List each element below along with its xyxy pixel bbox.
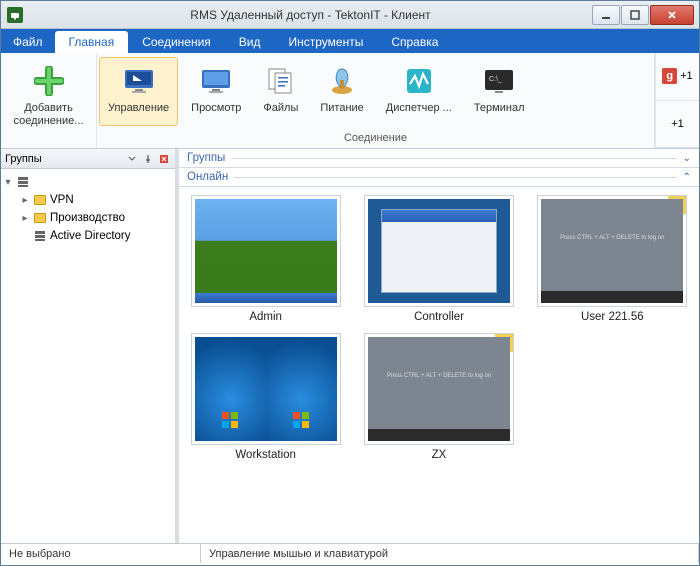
thumbnail-label: ZX	[432, 449, 447, 461]
gplus-icon: g	[662, 68, 677, 84]
minimize-button[interactable]	[592, 5, 620, 25]
tree-item[interactable]: ▸ VPN	[3, 191, 173, 209]
add-connection-button[interactable]: Добавить соединение...	[3, 57, 94, 144]
maximize-button[interactable]	[621, 5, 649, 25]
ribbon-group-label: Соединение	[97, 130, 654, 148]
tree-label: VPN	[50, 194, 74, 206]
ribbon-terminal-button[interactable]: C:\_ Терминал	[465, 57, 534, 126]
connection-admin[interactable]: Admin	[185, 195, 346, 323]
tree-label: Active Directory	[50, 230, 131, 242]
tree-item[interactable]: Active Directory	[3, 227, 173, 245]
ribbon-view-button[interactable]: Просмотр	[182, 57, 250, 126]
section-online[interactable]: Онлайн⌃	[179, 168, 699, 187]
sidebar-title: Группы	[5, 153, 42, 165]
status-selection: Не выбрано	[1, 544, 201, 563]
ribbon-manage-button[interactable]: Управление	[99, 57, 178, 126]
tree-item[interactable]: ▸ Производство	[3, 209, 173, 227]
chevron-up-icon: ⌃	[683, 172, 691, 183]
titlebar: RMS Удаленный доступ - TektonIT - Клиент	[1, 1, 699, 29]
tree-label: Производство	[50, 212, 125, 224]
window-title: RMS Удаленный доступ - TektonIT - Клиент	[29, 8, 592, 22]
view-icon	[199, 64, 233, 98]
tab-главная[interactable]: Главная	[55, 31, 129, 53]
section-groups[interactable]: Группы⌄	[179, 149, 699, 168]
connection-user221[interactable]: Press CTRL + ALT + DELETE to log on User …	[532, 195, 693, 323]
add-connection-label: Добавить соединение...	[12, 102, 85, 128]
ribbon-label: Диспетчер ...	[386, 102, 452, 114]
tab-инструменты[interactable]: Инструменты	[275, 31, 378, 53]
tab-соединения[interactable]: Соединения	[128, 31, 225, 53]
ribbon-taskmgr-button[interactable]: Диспетчер ...	[377, 57, 461, 126]
ribbon-label: Просмотр	[191, 102, 241, 114]
connection-zx[interactable]: Press CTRL + ALT + DELETE to log on ZX	[358, 333, 519, 461]
close-button[interactable]	[650, 5, 694, 25]
pin-icon[interactable]	[141, 152, 155, 166]
thumbnail-label: User 221.56	[581, 311, 644, 323]
tree-root[interactable]: ▾	[3, 173, 173, 191]
server-icon	[33, 229, 47, 243]
plusone-button[interactable]: +1	[656, 101, 699, 149]
thumbnail	[191, 195, 341, 307]
thumbnail-label: Admin	[249, 311, 282, 323]
thumbnail	[364, 195, 514, 307]
taskmgr-icon	[402, 64, 436, 98]
sidebar: Группы ▾ ▸ VPN ▸ Производство Active Directo…	[1, 149, 179, 543]
power-icon	[325, 64, 359, 98]
thumbnail-label: Workstation	[235, 449, 296, 461]
server-icon	[16, 175, 30, 189]
chevron-down-icon: ⌄	[683, 153, 691, 164]
thumbnail: Press CTRL + ALT + DELETE to log on	[364, 333, 514, 445]
statusbar: Не выбрано Управление мышью и клавиатуро…	[1, 543, 699, 563]
ribbon-label: Файлы	[263, 102, 298, 114]
expand-icon[interactable]: ▸	[20, 213, 30, 224]
manage-icon	[122, 64, 156, 98]
app-icon	[7, 7, 23, 23]
close-panel-icon[interactable]	[157, 152, 171, 166]
thumbnail: Press CTRL + ALT + DELETE to log on	[537, 195, 687, 307]
ribbon-files-button[interactable]: Файлы	[254, 57, 307, 126]
tab-вид[interactable]: Вид	[225, 31, 275, 53]
ribbon: Добавить соединение... Управление Просмот…	[1, 53, 699, 149]
thumbnail-label: Controller	[414, 311, 464, 323]
connection-workstation[interactable]: Workstation	[185, 333, 346, 461]
status-description: Управление мышью и клавиатурой	[201, 544, 699, 563]
terminal-icon: C:\_	[482, 64, 516, 98]
expand-icon[interactable]: ▸	[20, 195, 30, 206]
ribbon-power-button[interactable]: Питание	[311, 57, 372, 126]
sidebar-header: Группы	[1, 149, 175, 169]
ribbon-label: Терминал	[474, 102, 525, 114]
tab-справка[interactable]: Справка	[377, 31, 452, 53]
folder-icon	[33, 211, 47, 225]
chevron-down-icon[interactable]	[125, 152, 139, 166]
plus-icon	[32, 64, 66, 98]
connection-controller[interactable]: Controller	[358, 195, 519, 323]
collapse-icon[interactable]: ▾	[3, 177, 13, 188]
svg-text:C:\_: C:\_	[489, 76, 502, 83]
tree: ▾ ▸ VPN ▸ Производство Active Directory	[1, 169, 175, 543]
ribbon-label: Питание	[320, 102, 363, 114]
folder-icon	[33, 193, 47, 207]
files-icon	[264, 64, 298, 98]
ribbon-label: Управление	[108, 102, 169, 114]
google-plus-button[interactable]: g+1	[656, 53, 699, 101]
content-pane: Группы⌄ Онлайн⌃ Admin Controller Press CTR…	[179, 149, 699, 543]
menubar: Файл ГлавнаяСоединенияВидИнструментыСпра…	[1, 29, 699, 53]
thumbnail	[191, 333, 341, 445]
menu-file[interactable]: Файл	[1, 31, 55, 53]
